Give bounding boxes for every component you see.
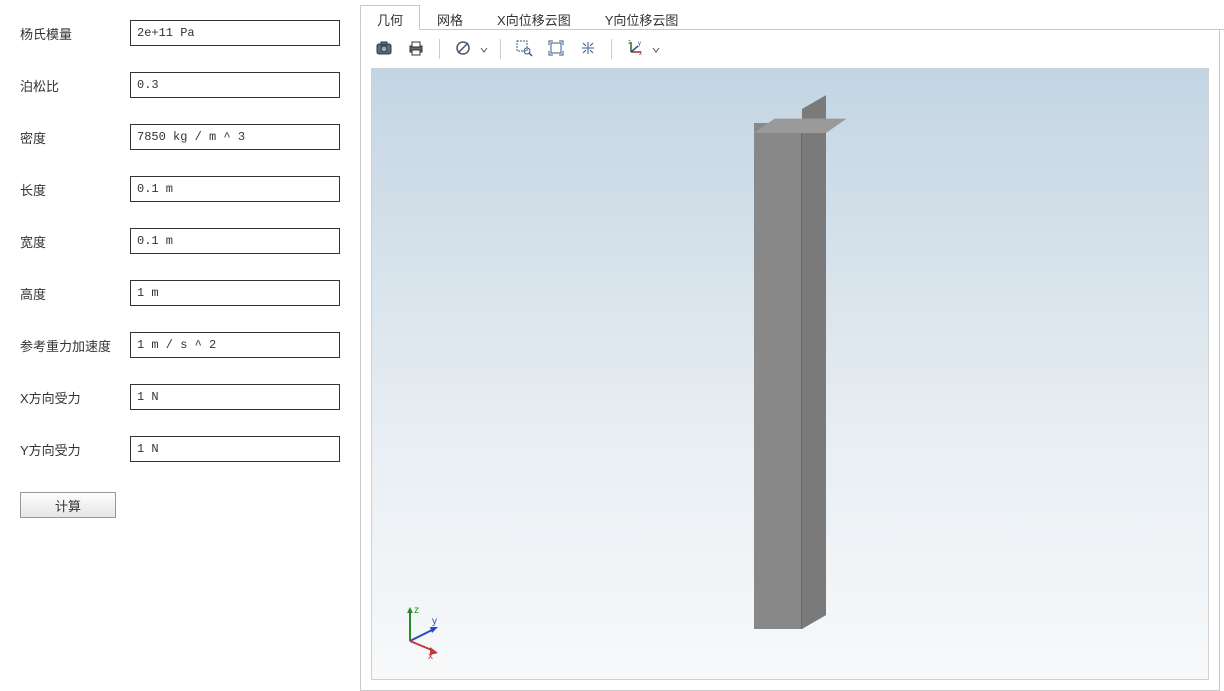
row-poisson-ratio: 泊松比 <box>20 72 340 98</box>
zoom-box-button[interactable] <box>511 36 537 62</box>
row-width: 宽度 <box>20 228 340 254</box>
chevron-down-icon[interactable] <box>652 42 660 57</box>
chevron-down-icon[interactable] <box>480 42 488 57</box>
row-length: 长度 <box>20 176 340 202</box>
row-force-x: X方向受力 <box>20 384 340 410</box>
svg-text:y: y <box>638 41 641 47</box>
label-youngs-modulus: 杨氏模量 <box>20 24 130 43</box>
input-density[interactable] <box>130 124 340 150</box>
geometry-beam <box>754 109 826 629</box>
view-orientation-button[interactable]: x y z <box>622 36 648 62</box>
transparency-icon <box>454 39 472 60</box>
tab-mesh[interactable]: 网格 <box>420 5 480 30</box>
input-gravity[interactable] <box>130 332 340 358</box>
compute-button[interactable]: 计算 <box>20 492 116 518</box>
axis-x-label: x <box>428 651 433 659</box>
row-gravity: 参考重力加速度 <box>20 332 340 358</box>
input-force-x[interactable] <box>130 384 340 410</box>
viewport-panel: 几何 网格 X向位移云图 Y向位移云图 <box>360 0 1224 691</box>
tab-geometry[interactable]: 几何 <box>360 5 420 30</box>
print-icon <box>407 39 425 60</box>
tab-x-displacement[interactable]: X向位移云图 <box>480 5 588 30</box>
transparency-button[interactable] <box>450 36 476 62</box>
toolbar-separator <box>611 39 612 59</box>
zoom-box-icon <box>515 39 533 60</box>
input-height[interactable] <box>130 280 340 306</box>
zoom-extents-icon <box>547 39 565 60</box>
tab-y-displacement[interactable]: Y向位移云图 <box>588 5 696 30</box>
viewport-toolbar: x y z <box>361 30 1219 68</box>
tabs: 几何 网格 X向位移云图 Y向位移云图 <box>360 4 1224 30</box>
row-height: 高度 <box>20 280 340 306</box>
label-gravity: 参考重力加速度 <box>20 336 130 355</box>
row-force-y: Y方向受力 <box>20 436 340 462</box>
toolbar-separator <box>439 39 440 59</box>
parameter-form: 杨氏模量 泊松比 密度 长度 宽度 高度 参考重力加速度 X方向 <box>0 0 360 691</box>
label-density: 密度 <box>20 128 130 147</box>
row-density: 密度 <box>20 124 340 150</box>
viewport-container: x y z <box>360 30 1220 691</box>
zoom-selected-button[interactable] <box>575 36 601 62</box>
input-youngs-modulus[interactable] <box>130 20 340 46</box>
zoom-extents-button[interactable] <box>543 36 569 62</box>
svg-text:z: z <box>628 40 631 46</box>
label-width: 宽度 <box>20 232 130 251</box>
print-button[interactable] <box>403 36 429 62</box>
geometry-viewport[interactable]: z y x <box>371 68 1209 680</box>
input-poisson-ratio[interactable] <box>130 72 340 98</box>
label-poisson-ratio: 泊松比 <box>20 76 130 95</box>
snapshot-button[interactable] <box>371 36 397 62</box>
axis-y-label: y <box>432 616 437 627</box>
axis-z-label: z <box>414 605 419 616</box>
label-length: 长度 <box>20 180 130 199</box>
zoom-selected-icon <box>579 39 597 60</box>
input-length[interactable] <box>130 176 340 202</box>
toolbar-separator <box>500 39 501 59</box>
label-force-x: X方向受力 <box>20 388 130 407</box>
svg-text:x: x <box>639 51 642 57</box>
label-height: 高度 <box>20 284 130 303</box>
label-force-y: Y方向受力 <box>20 440 130 459</box>
input-width[interactable] <box>130 228 340 254</box>
axes-orientation-icon: x y z <box>626 39 644 60</box>
input-force-y[interactable] <box>130 436 340 462</box>
camera-icon <box>375 39 393 60</box>
row-youngs-modulus: 杨氏模量 <box>20 20 340 46</box>
orientation-axes: z y x <box>392 599 452 659</box>
